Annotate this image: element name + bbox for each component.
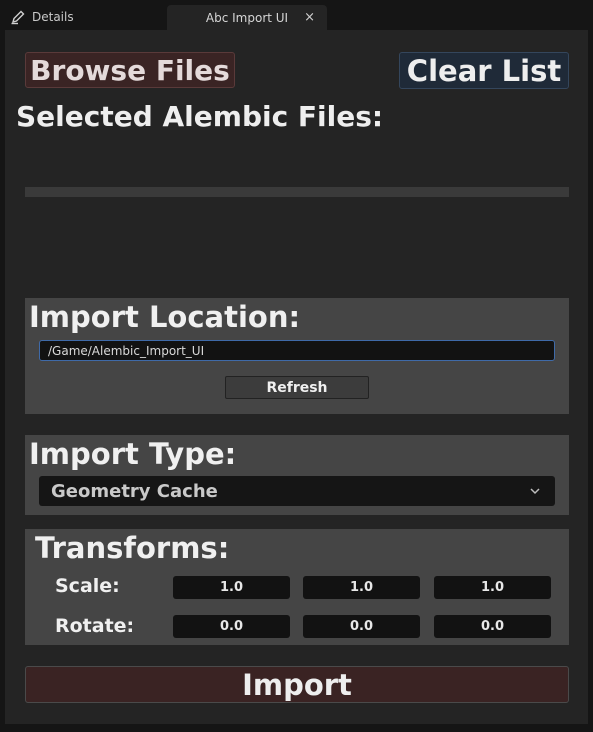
scale-z-field[interactable]: 1.0: [434, 576, 551, 599]
selected-files-title: Selected Alembic Files:: [16, 100, 384, 133]
pencil-icon: [11, 10, 25, 25]
tab-details[interactable]: Details: [0, 4, 166, 30]
tab-abc-import-ui-label: Abc Import UI: [205, 11, 289, 25]
import-type-dropdown[interactable]: Geometry Cache: [39, 476, 555, 506]
abc-import-window: Details Abc Import UI × Browse Files Cle…: [0, 0, 593, 732]
transforms-section: Transforms: Scale: 1.0 1.0 1.0 Rotate: 0…: [25, 529, 569, 645]
import-button[interactable]: Import: [25, 666, 569, 703]
transforms-title: Transforms:: [35, 531, 230, 565]
close-icon[interactable]: ×: [304, 10, 315, 25]
import-type-section: Import Type: Geometry Cache: [25, 435, 569, 515]
selected-files-list[interactable]: [25, 187, 569, 197]
tab-strip: Details Abc Import UI ×: [0, 0, 593, 31]
clear-list-button[interactable]: Clear List: [399, 52, 569, 89]
refresh-button[interactable]: Refresh: [225, 376, 369, 399]
rotate-z-field[interactable]: 0.0: [434, 615, 551, 638]
import-location-section: Import Location: Refresh: [25, 298, 569, 414]
rotate-y-field[interactable]: 0.0: [303, 615, 420, 638]
tab-abc-import-ui[interactable]: Abc Import UI ×: [167, 5, 327, 31]
rotate-label: Rotate:: [55, 615, 135, 637]
import-panel: Browse Files Clear List Selected Alembic…: [5, 30, 588, 724]
rotate-x-field[interactable]: 0.0: [173, 615, 290, 638]
tab-details-label: Details: [32, 10, 74, 24]
scale-y-field[interactable]: 1.0: [303, 576, 420, 599]
import-path-input[interactable]: [39, 340, 555, 361]
import-type-title: Import Type:: [29, 437, 237, 471]
import-type-value: Geometry Cache: [51, 480, 218, 502]
scale-x-field[interactable]: 1.0: [173, 576, 290, 599]
chevron-down-icon: [530, 488, 540, 495]
import-location-title: Import Location:: [29, 300, 301, 334]
browse-files-button[interactable]: Browse Files: [25, 52, 235, 88]
scale-label: Scale:: [55, 575, 120, 597]
